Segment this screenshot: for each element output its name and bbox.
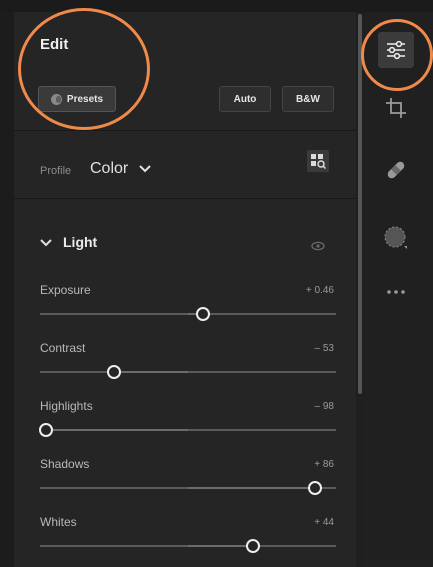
panel-title: Edit <box>40 36 69 53</box>
tool-masking[interactable] <box>378 220 414 256</box>
slider-track[interactable] <box>40 545 336 547</box>
slider-label: Whites <box>40 515 77 529</box>
slider-label: Highlights <box>40 399 93 413</box>
profile-dropdown[interactable]: Color <box>90 160 128 178</box>
presets-button[interactable]: Presets <box>38 86 116 112</box>
slider-value[interactable]: – 53 <box>315 343 334 354</box>
sliders-icon <box>387 40 405 60</box>
tool-more[interactable] <box>378 274 414 310</box>
presets-label: Presets <box>66 93 104 105</box>
chevron-down-icon[interactable] <box>139 164 151 174</box>
slider-label: Contrast <box>40 341 86 355</box>
black-white-button[interactable]: B&W <box>282 86 334 112</box>
tool-rail <box>364 12 433 567</box>
slider-thumb[interactable] <box>107 365 121 379</box>
chevron-down-icon[interactable] <box>40 238 52 248</box>
slider-track[interactable] <box>40 371 336 373</box>
slider-label: Exposure <box>40 283 91 297</box>
left-edge <box>0 12 14 567</box>
edit-panel: Edit Presets Auto B&W Profile Color Ligh… <box>14 12 356 567</box>
slider-fill <box>188 487 315 489</box>
slider-value[interactable]: + 86 <box>314 459 334 470</box>
divider <box>14 130 356 131</box>
profile-browser-icon[interactable] <box>307 150 329 172</box>
profile-label: Profile <box>40 165 72 177</box>
tool-crop[interactable] <box>378 90 414 126</box>
mask-icon <box>384 226 407 249</box>
crop-icon <box>386 98 406 118</box>
divider <box>14 198 356 199</box>
tool-edit[interactable] <box>378 32 414 68</box>
presets-icon <box>50 93 62 105</box>
slider-track[interactable] <box>40 429 336 431</box>
bandage-icon <box>387 161 405 179</box>
slider-value[interactable]: – 98 <box>315 401 334 412</box>
eye-icon[interactable] <box>311 241 325 251</box>
slider-thumb[interactable] <box>39 423 53 437</box>
tool-heal[interactable] <box>378 152 414 188</box>
slider-value[interactable]: + 0.46 <box>306 285 334 296</box>
slider-fill <box>188 545 253 547</box>
slider-thumb[interactable] <box>246 539 260 553</box>
slider-track[interactable] <box>40 487 336 489</box>
scrollbar-thumb[interactable] <box>358 14 362 394</box>
slider-label: Shadows <box>40 457 90 471</box>
slider-track[interactable] <box>40 313 336 315</box>
top-strip <box>0 0 433 12</box>
slider-value[interactable]: + 44 <box>314 517 334 528</box>
slider-thumb[interactable] <box>308 481 322 495</box>
slider-thumb[interactable] <box>196 307 210 321</box>
slider-fill <box>46 429 188 431</box>
auto-button[interactable]: Auto <box>219 86 271 112</box>
section-title-light[interactable]: Light <box>63 234 97 250</box>
more-icon <box>387 290 405 294</box>
slider-fill <box>114 371 188 373</box>
